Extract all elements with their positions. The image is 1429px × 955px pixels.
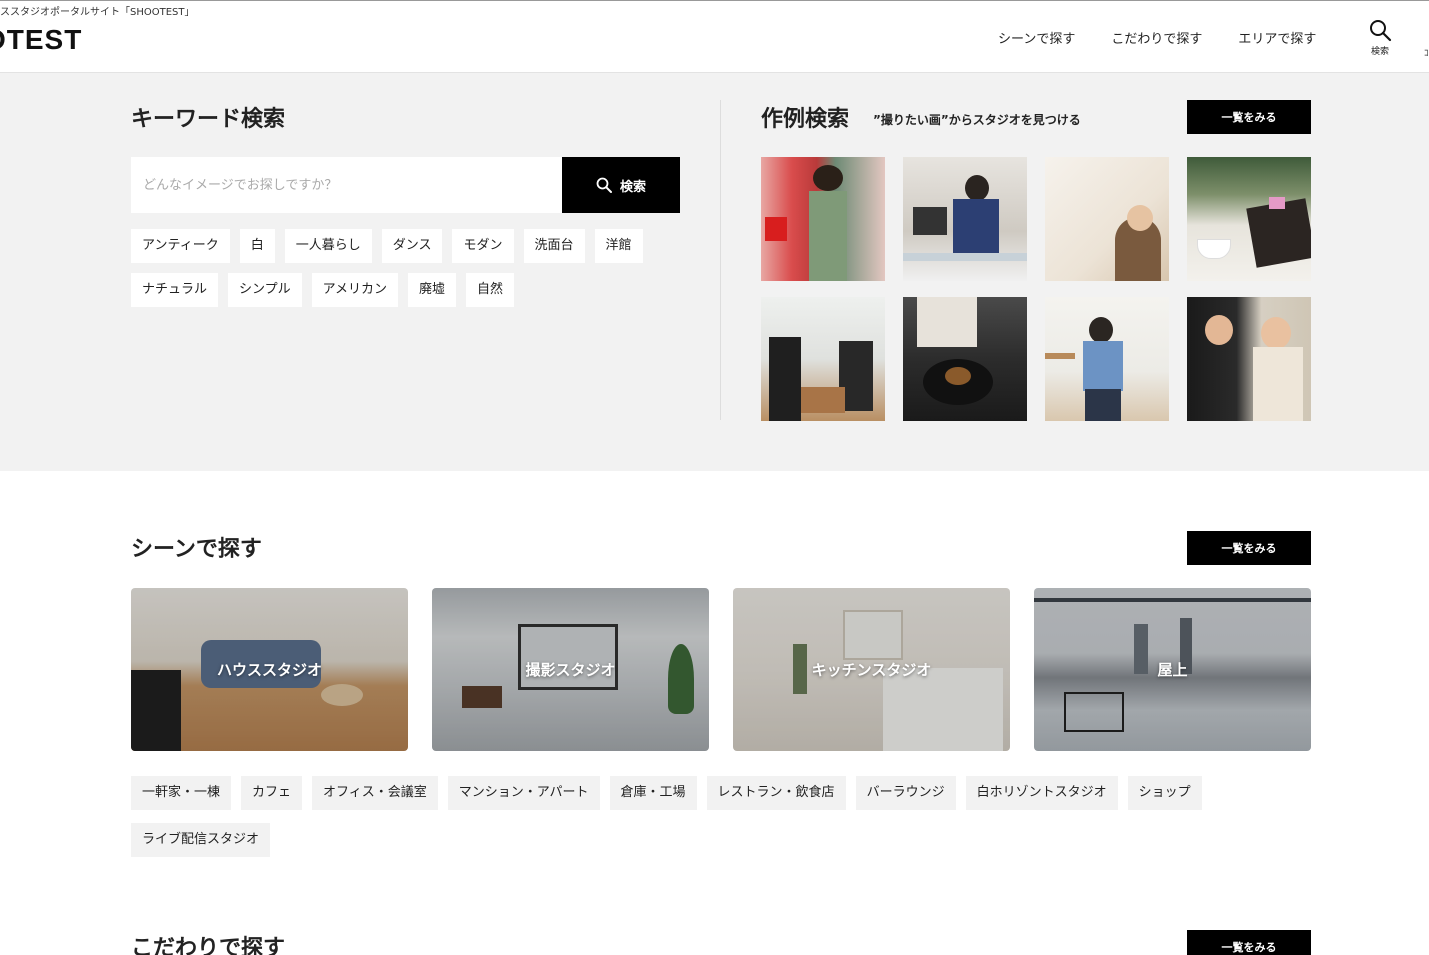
keyword-tag[interactable]: 自然 [466, 273, 515, 307]
scene-tag[interactable]: 倉庫・工場 [609, 776, 697, 810]
example-photo[interactable] [903, 157, 1027, 281]
nav-scene[interactable]: シーンで探す [998, 28, 1075, 47]
example-photo[interactable] [761, 157, 885, 281]
site-header: ススタジオポータルサイト「SHOOTEST」 OTEST シーンで探す こだわり… [0, 0, 1429, 73]
keyword-tag[interactable]: ダンス [381, 229, 443, 263]
scene-card-list: ハウススタジオ 撮影スタジオ キッチンスタジオ 屋上 [131, 588, 1311, 751]
keyword-tag[interactable]: ナチュラル [131, 273, 219, 307]
nav-area[interactable]: エリアで探す [1238, 28, 1316, 47]
scene-section-title: シーンで探す [131, 537, 262, 562]
main-nav: シーンで探す こだわりで探す エリアで探す [998, 28, 1316, 47]
keyword-search-button[interactable]: 検索 [562, 157, 680, 213]
scene-card-kitchen-studio[interactable]: キッチンスタジオ [733, 588, 1010, 751]
kodawari-more-button[interactable]: 一覧をみる [1187, 930, 1311, 955]
scene-card-label: 屋上 [1157, 661, 1188, 679]
keyword-tag[interactable]: モダン [452, 229, 514, 263]
scene-tag[interactable]: マンション・アパート [447, 776, 600, 810]
example-photo-grid [761, 157, 1311, 421]
example-photo[interactable] [1187, 157, 1311, 281]
keyword-search-title: キーワード検索 [131, 107, 286, 132]
keyword-tag[interactable]: 白 [239, 229, 275, 263]
keyword-tag[interactable]: 廃墟 [408, 273, 457, 307]
example-more-button[interactable]: 一覧をみる [1187, 100, 1311, 134]
keyword-search-button-label: 検索 [619, 179, 646, 195]
header-search-label: 検索 [1370, 47, 1389, 57]
example-photo[interactable] [903, 297, 1027, 421]
keyword-tag[interactable]: アメリカン [311, 273, 398, 307]
keyword-tag-list: アンティーク 白 一人暮らし ダンス モダン 洗面台 洋館 ナチュラル シンプル… [131, 229, 691, 307]
keyword-search-form: 検索 [131, 157, 680, 213]
top-border [0, 0, 1429, 1]
keyword-tag[interactable]: アンティーク [131, 229, 230, 263]
search-icon [1370, 20, 1392, 42]
scene-tag[interactable]: ショップ [1127, 776, 1202, 810]
scene-tag[interactable]: オフィス・会議室 [312, 776, 438, 810]
scene-tag[interactable]: バーラウンジ [855, 776, 956, 810]
nav-kodawari[interactable]: こだわりで探す [1111, 28, 1202, 47]
scene-tag[interactable]: カフェ [241, 776, 303, 810]
search-section: キーワード検索 検索 アンティーク 白 一人暮らし ダンス モダン 洗面台 洋館… [0, 73, 1429, 471]
keyword-tag[interactable]: シンプル [228, 273, 302, 307]
example-photo[interactable] [1187, 297, 1311, 421]
scene-tag[interactable]: ライブ配信スタジオ [131, 823, 271, 857]
section-divider [720, 100, 721, 420]
scene-tag[interactable]: レストラン・飲食店 [706, 776, 846, 810]
site-logo[interactable]: OTEST [0, 24, 82, 56]
scene-card-photo-studio[interactable]: 撮影スタジオ [432, 588, 709, 751]
scene-tag[interactable]: 白ホリゾントスタジオ [965, 776, 1118, 810]
header-search-button[interactable]: 検索 [1366, 18, 1394, 57]
scene-more-button[interactable]: 一覧をみる [1187, 531, 1311, 565]
kodawari-section-title: こだわりで探す [131, 936, 286, 955]
example-search-title: 作例検索 [761, 107, 850, 132]
menu-edge-icon[interactable]: ｺ [1424, 46, 1429, 59]
keyword-tag[interactable]: 洋館 [594, 229, 643, 263]
example-photo[interactable] [1045, 297, 1169, 421]
scene-card-label: ハウススタジオ [216, 661, 322, 679]
keyword-tag[interactable]: 洗面台 [523, 229, 585, 263]
keyword-search-input[interactable] [131, 157, 562, 213]
example-photo[interactable] [761, 297, 885, 421]
site-tagline: ススタジオポータルサイト「SHOOTEST」 [0, 7, 195, 18]
scene-card-label: 撮影スタジオ [525, 661, 616, 679]
example-photo[interactable] [1045, 157, 1169, 281]
scene-card-label: キッチンスタジオ [811, 661, 932, 679]
scene-tag-list: 一軒家・一棟 カフェ オフィス・会議室 マンション・アパート 倉庫・工場 レスト… [131, 776, 1311, 857]
scene-card-house-studio[interactable]: ハウススタジオ [131, 588, 408, 751]
search-icon [596, 177, 612, 193]
scene-card-rooftop[interactable]: 屋上 [1034, 588, 1311, 751]
keyword-tag[interactable]: 一人暮らし [284, 229, 372, 263]
example-search-subtitle: ”撮りたい画”からスタジオを見つける [873, 113, 1081, 127]
scene-tag[interactable]: 一軒家・一棟 [131, 776, 232, 810]
